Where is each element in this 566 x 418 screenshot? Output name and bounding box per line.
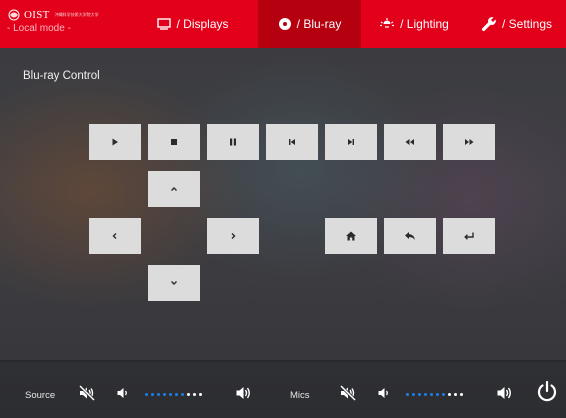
volume-level-dot <box>460 393 463 396</box>
back-icon <box>405 232 415 240</box>
audio-footer: Source Mics <box>0 362 566 418</box>
volume-level-dot <box>436 393 439 396</box>
power-icon <box>537 380 557 402</box>
volume-level-dot <box>145 393 148 396</box>
wrench-icon <box>481 17 496 31</box>
nav-right-button[interactable] <box>207 218 259 254</box>
next-track-icon <box>348 139 354 145</box>
display-icon <box>157 18 172 30</box>
brand-tagline: 沖縄科学技術大学院大学 <box>54 12 99 17</box>
volume-level-dot <box>187 393 190 396</box>
volume-level-dot <box>406 393 409 396</box>
tab-label-lighting: / Lighting <box>400 17 449 31</box>
volume-level-dot <box>418 393 421 396</box>
volume-level-dot <box>442 393 445 396</box>
mics-volume-down-button[interactable] <box>377 386 391 400</box>
brand: OIST 沖縄科学技術大学院大学 - Local mode - <box>0 0 128 48</box>
speaker-muted-icon <box>339 384 357 402</box>
nav-down-button[interactable] <box>148 265 200 301</box>
enter-button[interactable] <box>443 218 495 254</box>
volume-level-dot <box>430 393 433 396</box>
chevron-left-icon <box>112 233 117 239</box>
tab-displays[interactable]: / Displays <box>128 0 258 48</box>
tab-lighting[interactable]: / Lighting <box>361 0 467 48</box>
lightbulb-icon <box>380 18 395 28</box>
stop-button[interactable] <box>148 124 200 160</box>
power-button[interactable] <box>536 380 558 404</box>
previous-track-button[interactable] <box>266 124 318 160</box>
tab-label-bluray: / Blu-ray <box>296 17 342 31</box>
source-volume-up-button[interactable] <box>235 384 253 402</box>
volume-level-dot <box>454 393 457 396</box>
source-volume-slider[interactable] <box>145 393 202 396</box>
volume-level-dot <box>163 393 166 396</box>
enter-icon <box>464 232 474 240</box>
chevron-down-icon <box>171 281 177 285</box>
volume-down-icon <box>117 388 127 398</box>
tab-label-displays: / Displays <box>176 17 229 31</box>
play-icon <box>112 138 118 146</box>
oist-logo-icon <box>8 9 20 21</box>
nav-up-button[interactable] <box>148 171 200 207</box>
page-title: Blu-ray Control <box>23 70 100 82</box>
source-mute-button[interactable] <box>78 384 96 402</box>
pause-icon <box>230 138 236 146</box>
mics-volume-slider[interactable] <box>406 393 463 396</box>
volume-up-icon <box>236 387 250 399</box>
volume-level-dot <box>199 393 202 396</box>
disc-icon <box>278 18 291 30</box>
volume-level-dot <box>169 393 172 396</box>
volume-level-dot <box>151 393 154 396</box>
stop-icon <box>171 139 177 145</box>
home-icon <box>346 231 356 241</box>
mode-indicator: - Local mode - <box>7 23 71 34</box>
volume-level-dot <box>412 393 415 396</box>
source-volume-down-button[interactable] <box>116 386 130 400</box>
brand-row: OIST 沖縄科学技術大学院大学 <box>7 9 128 21</box>
rewind-icon <box>405 139 414 145</box>
tab-bluray[interactable]: / Blu-ray <box>258 0 361 48</box>
rewind-button[interactable] <box>384 124 436 160</box>
volume-up-icon <box>497 387 511 399</box>
header-bar: OIST 沖縄科学技術大学院大学 - Local mode - / Displa… <box>0 0 566 48</box>
fast-forward-icon <box>465 139 474 145</box>
volume-level-dot <box>181 393 184 396</box>
mics-mute-button[interactable] <box>339 384 357 402</box>
volume-level-dot <box>424 393 427 396</box>
volume-level-dot <box>448 393 451 396</box>
source-label: Source <box>25 390 56 401</box>
home-button[interactable] <box>325 218 377 254</box>
speaker-muted-icon <box>78 384 96 402</box>
tab-label-settings: / Settings <box>501 17 553 31</box>
nav-left-button[interactable] <box>89 218 141 254</box>
mics-volume-up-button[interactable] <box>496 384 514 402</box>
volume-down-icon <box>378 388 388 398</box>
chevron-right-icon <box>231 233 236 239</box>
mics-label: Mics <box>290 390 310 401</box>
tab-settings[interactable]: / Settings <box>467 0 566 48</box>
chevron-up-icon <box>171 187 177 191</box>
fast-forward-button[interactable] <box>443 124 495 160</box>
back-button[interactable] <box>384 218 436 254</box>
next-track-button[interactable] <box>325 124 377 160</box>
pause-button[interactable] <box>207 124 259 160</box>
brand-name: OIST <box>24 9 50 21</box>
volume-level-dot <box>193 393 196 396</box>
previous-track-icon <box>289 139 295 145</box>
volume-level-dot <box>175 393 178 396</box>
volume-level-dot <box>157 393 160 396</box>
play-button[interactable] <box>89 124 141 160</box>
